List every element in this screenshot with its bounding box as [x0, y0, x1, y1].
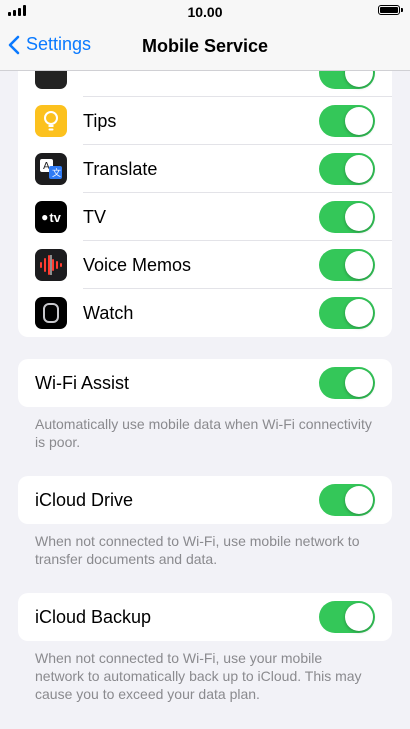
icloud-backup-card: iCloud Backup: [18, 593, 392, 641]
settings-list[interactable]: Tips A文 Translate ● tv TV Voice Memos Wa…: [0, 71, 410, 729]
icloud-drive-card: iCloud Drive: [18, 476, 392, 524]
app-icon-partial: [35, 71, 67, 89]
tv-toggle[interactable]: [319, 201, 375, 233]
status-time: 10.00: [187, 4, 223, 20]
translate-icon: A文: [35, 153, 67, 185]
icloud-backup-toggle[interactable]: [319, 601, 375, 633]
status-bar: 10.00: [0, 0, 410, 24]
voice-memos-toggle[interactable]: [319, 249, 375, 281]
watch-icon: [35, 297, 67, 329]
icloud-backup-row: iCloud Backup: [18, 593, 392, 641]
tips-label: Tips: [83, 111, 117, 131]
translate-label: Translate: [83, 159, 158, 179]
wifi-assist-footnote: Automatically use mobile data when Wi-Fi…: [35, 416, 372, 450]
icloud-backup-footnote: When not connected to Wi-Fi, use your mo…: [35, 650, 362, 702]
toggle-partial[interactable]: [319, 71, 375, 89]
watch-toggle[interactable]: [319, 297, 375, 329]
icloud-drive-footnote: When not connected to Wi-Fi, use mobile …: [35, 533, 360, 567]
navigation-bar: Settings Mobile Service: [0, 24, 410, 71]
wifi-assist-card: Wi-Fi Assist: [18, 359, 392, 407]
tips-toggle[interactable]: [319, 105, 375, 137]
list-item-tv: ● tv TV: [18, 193, 392, 241]
wifi-assist-row: Wi-Fi Assist: [18, 359, 392, 407]
list-item-voice-memos: Voice Memos: [18, 241, 392, 289]
wifi-assist-label: Wi-Fi Assist: [35, 373, 129, 393]
battery-icon: [378, 5, 403, 15]
tv-icon: ● tv: [35, 201, 67, 233]
wifi-assist-toggle[interactable]: [319, 367, 375, 399]
icloud-drive-label: iCloud Drive: [35, 490, 134, 510]
list-item-translate: A文 Translate: [18, 145, 392, 193]
tips-icon: [35, 105, 67, 137]
icloud-backup-label: iCloud Backup: [35, 607, 152, 627]
watch-label: Watch: [83, 303, 134, 323]
list-item-watch: Watch: [18, 289, 392, 337]
svg-text:文: 文: [52, 167, 61, 179]
page-title: Mobile Service: [141, 36, 269, 56]
apps-card: Tips A文 Translate ● tv TV Voice Memos Wa…: [18, 71, 392, 337]
list-item-tips: Tips: [18, 97, 392, 145]
voice-memos-icon: [35, 249, 67, 281]
list-item-partial: [18, 71, 392, 97]
svg-text:A: A: [43, 161, 50, 172]
translate-toggle[interactable]: [319, 153, 375, 185]
voice-memos-label: Voice Memos: [83, 255, 192, 275]
icloud-drive-row: iCloud Drive: [18, 476, 392, 524]
tv-label: TV: [83, 207, 107, 227]
icloud-drive-toggle[interactable]: [319, 484, 375, 516]
